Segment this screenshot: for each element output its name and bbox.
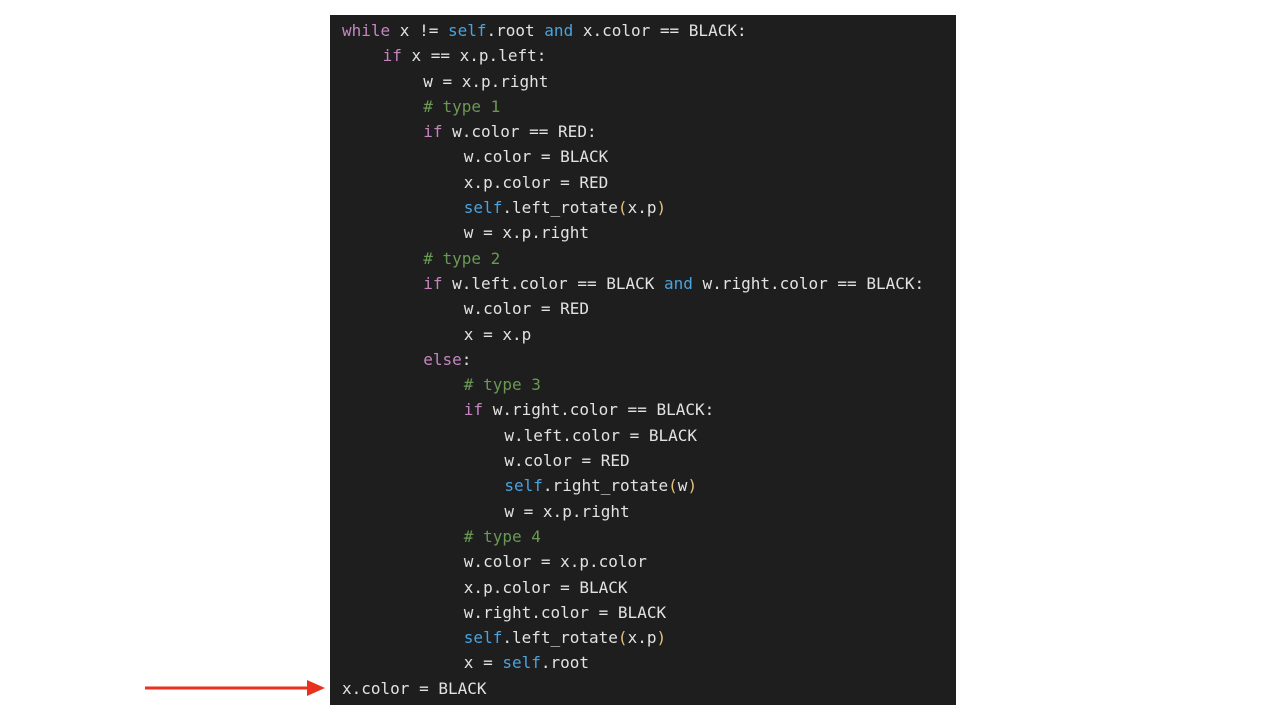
code-token: w.color = RED xyxy=(504,451,630,471)
code-line: x = self.root xyxy=(330,650,956,675)
code-token: w.right.color == BLACK: xyxy=(483,400,715,420)
code-token: x.color == BLACK: xyxy=(573,21,747,40)
code-line: w.color = BLACK xyxy=(330,144,956,169)
code-line: # type 4 xyxy=(330,524,956,549)
code-token: x = xyxy=(463,653,503,673)
code-line: # type 1 xyxy=(330,94,956,119)
code-token: w.right.color = BLACK xyxy=(463,602,667,622)
code-token: and xyxy=(664,273,693,293)
code-token: self xyxy=(502,653,541,673)
code-line: w.color = RED xyxy=(330,448,956,473)
code-token: self xyxy=(504,476,543,496)
code-line: self.left_rotate(x.p) xyxy=(330,195,956,220)
code-token: w = x.p.right xyxy=(423,71,549,91)
code-line: w.right.color = BLACK xyxy=(330,600,956,625)
code-line: if w.color == RED: xyxy=(330,119,956,144)
code-token: else xyxy=(423,349,462,369)
code-token: x.p xyxy=(627,198,657,218)
code-line: while x != self.root and x.color == BLAC… xyxy=(330,18,956,43)
code-line: # type 3 xyxy=(330,372,956,397)
code-line: w = x.p.right xyxy=(330,499,956,524)
code-token: w xyxy=(677,476,688,496)
code-token: w = x.p.right xyxy=(463,223,590,243)
code-token: x != xyxy=(390,21,448,40)
code-token: .left_rotate xyxy=(502,628,618,648)
code-token: x.p.color = BLACK xyxy=(463,577,628,597)
code-line: x.p.color = BLACK xyxy=(330,575,956,600)
code-token: ( xyxy=(617,628,628,648)
code-line: if w.right.color == BLACK: xyxy=(330,397,956,422)
code-token: if xyxy=(382,46,402,66)
code-line: if x == x.p.left: xyxy=(330,43,956,68)
code-token: .left_rotate xyxy=(502,198,618,218)
arrow-right-icon xyxy=(145,680,325,696)
code-token: x == x.p.left: xyxy=(401,46,547,66)
code-token: ) xyxy=(656,198,667,218)
code-line: w = x.p.right xyxy=(330,69,956,94)
code-token: if xyxy=(423,122,443,142)
code-token: .root xyxy=(486,21,545,40)
code-line: if w.left.color == BLACK and w.right.col… xyxy=(330,271,956,296)
code-line: w = x.p.right xyxy=(330,220,956,245)
code-line: x.color = BLACK xyxy=(330,676,956,701)
code-token: w.color = x.p.color xyxy=(463,552,647,572)
code-token: .root xyxy=(540,653,590,673)
code-token: self xyxy=(447,21,487,40)
code-line: self.left_rotate(x.p) xyxy=(330,625,956,650)
code-line: w.color = x.p.color xyxy=(330,549,956,574)
code-block: while x != self.root and x.color == BLAC… xyxy=(330,15,956,705)
code-token: ( xyxy=(617,198,628,218)
code-token: w.color = RED xyxy=(463,299,590,319)
code-token: and xyxy=(544,21,574,40)
code-token: while xyxy=(342,21,391,40)
code-token: # type 2 xyxy=(423,248,501,268)
code-token: .right_rotate xyxy=(542,476,669,496)
code-token: ) xyxy=(656,628,667,648)
code-line: w.left.color = BLACK xyxy=(330,423,956,448)
code-line: self.right_rotate(w) xyxy=(330,473,956,498)
code-token: # type 4 xyxy=(463,526,541,546)
code-line: w.color = RED xyxy=(330,296,956,321)
code-token: w.right.color == BLACK: xyxy=(692,273,925,293)
code-token: w.color = BLACK xyxy=(463,147,609,167)
code-line: # type 2 xyxy=(330,246,956,271)
code-token: ) xyxy=(687,476,698,496)
code-token: w.color == RED: xyxy=(442,122,597,142)
code-token: x.p.color = RED xyxy=(463,172,609,192)
code-token: w = x.p.right xyxy=(504,501,630,521)
code-token: x = x.p xyxy=(463,324,532,344)
code-token: if xyxy=(423,273,443,293)
code-token: x.color = BLACK xyxy=(342,678,487,698)
code-line: x = x.p xyxy=(330,322,956,347)
code-line: x.p.color = RED xyxy=(330,170,956,195)
code-line: else: xyxy=(330,347,956,372)
arrow-head xyxy=(307,680,325,696)
code-lines: while x != self.root and x.color == BLAC… xyxy=(330,18,956,701)
code-token: if xyxy=(463,400,484,420)
code-token: w.left.color = BLACK xyxy=(504,425,698,445)
code-token: x.p xyxy=(627,628,657,648)
code-token: # type 3 xyxy=(463,375,541,395)
code-token: self xyxy=(463,628,503,648)
code-token: : xyxy=(461,349,472,369)
code-token: # type 1 xyxy=(423,96,501,116)
code-token: w.left.color == BLACK xyxy=(442,273,665,293)
code-token: self xyxy=(463,198,503,218)
code-token: ( xyxy=(668,476,678,496)
